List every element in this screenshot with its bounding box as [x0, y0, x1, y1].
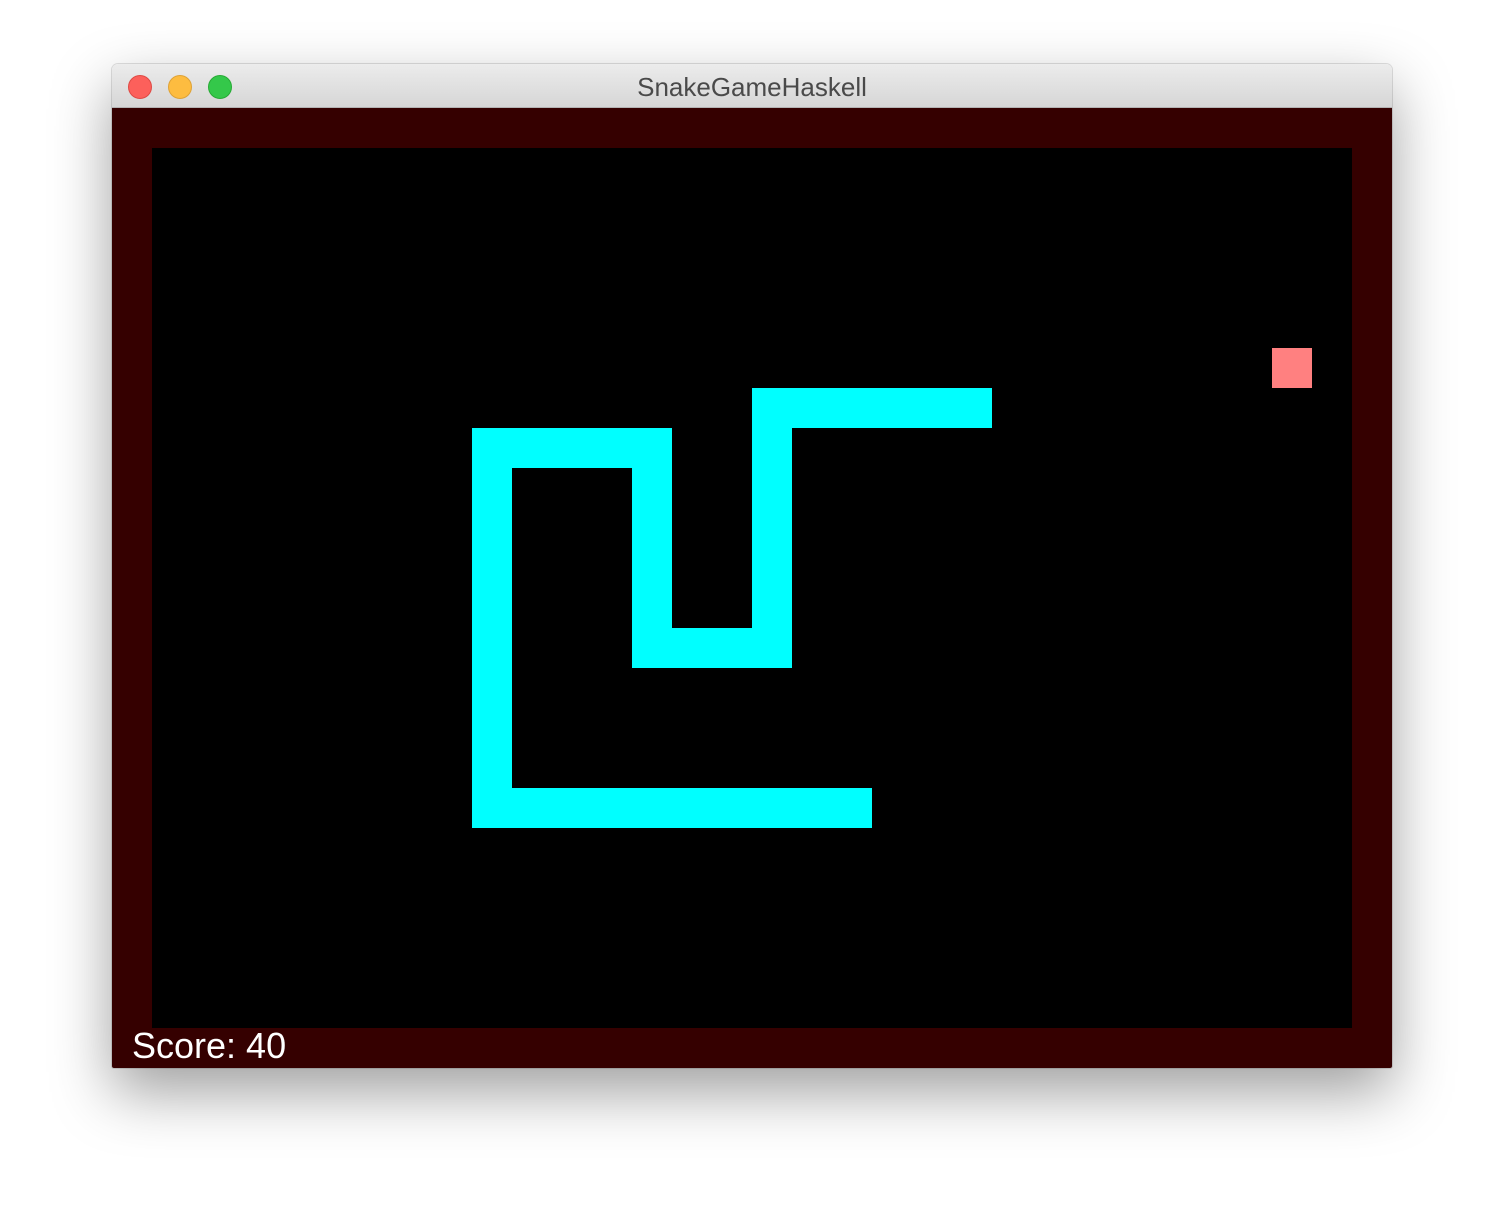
snake-segment	[472, 708, 512, 748]
snake-head	[952, 388, 992, 428]
snake-segment	[912, 388, 952, 428]
snake-segment	[472, 628, 512, 668]
snake-segment	[712, 628, 752, 668]
snake-segment	[872, 388, 912, 428]
snake-segment	[792, 388, 832, 428]
food-pellet	[1272, 348, 1312, 388]
snake-segment	[752, 388, 792, 428]
snake-segment	[512, 788, 552, 828]
snake-segment	[752, 588, 792, 628]
snake-segment	[632, 428, 672, 468]
title-bar[interactable]: SnakeGameHaskell	[112, 64, 1392, 108]
board-canvas	[472, 348, 1312, 828]
snake-segment	[752, 428, 792, 468]
snake-segment	[552, 428, 592, 468]
snake-segment	[472, 548, 512, 588]
snake-segment	[672, 628, 712, 668]
snake-segment	[632, 588, 672, 628]
snake-segment	[472, 428, 512, 468]
snake-segment	[632, 468, 672, 508]
game-board[interactable]	[152, 148, 1352, 1028]
snake-segment	[472, 588, 512, 628]
window-title: SnakeGameHaskell	[637, 72, 867, 102]
game-area[interactable]: Score: 40	[112, 108, 1392, 1068]
snake-segment	[832, 388, 872, 428]
snake-segment	[512, 428, 552, 468]
snake-segment	[752, 548, 792, 588]
snake-segment	[552, 788, 592, 828]
app-window: SnakeGameHaskell Score: 40	[112, 64, 1392, 1068]
snake-segment	[632, 508, 672, 548]
snake-segment	[792, 788, 832, 828]
snake-segment	[752, 468, 792, 508]
snake-segment	[752, 788, 792, 828]
snake-segment	[832, 788, 872, 828]
snake-segment	[472, 508, 512, 548]
snake-segment	[472, 788, 512, 828]
snake-segment	[752, 628, 792, 668]
snake-segment	[592, 788, 632, 828]
snake-segment	[632, 548, 672, 588]
snake-segment	[632, 788, 672, 828]
snake-segment	[472, 468, 512, 508]
snake-segment	[712, 788, 752, 828]
snake-segment	[472, 748, 512, 788]
snake-segment	[752, 508, 792, 548]
snake-segment	[592, 428, 632, 468]
snake-segment	[672, 788, 712, 828]
snake-segment	[472, 668, 512, 708]
score-label: Score: 40	[132, 1025, 287, 1066]
snake-segment	[632, 628, 672, 668]
